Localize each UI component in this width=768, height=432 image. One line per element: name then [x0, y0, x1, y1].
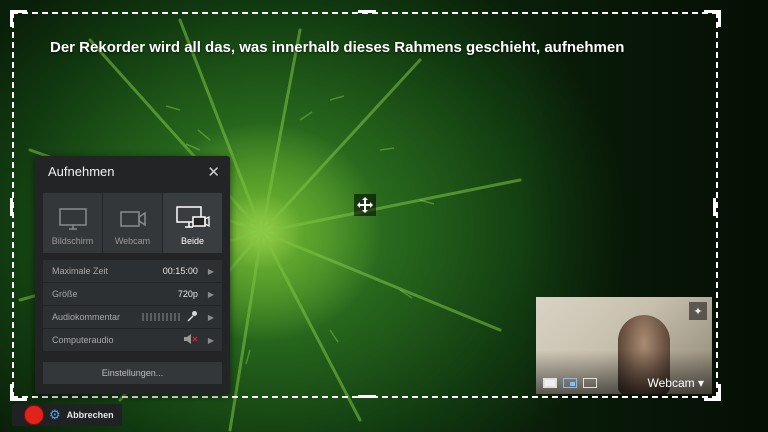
chevron-right-icon: ▶ — [207, 289, 214, 299]
row-computer-audio[interactable]: Computeraudio ▶ — [43, 329, 222, 351]
microphone-icon — [186, 310, 198, 324]
panel-title: Aufnehmen — [48, 164, 115, 179]
row-size-label: Größe — [52, 289, 78, 299]
mode-screen-label: Bildschirm — [51, 236, 94, 246]
mode-webcam-button[interactable]: Webcam — [103, 193, 162, 253]
mode-webcam-label: Webcam — [114, 236, 151, 246]
chevron-right-icon: ▶ — [207, 335, 214, 345]
settings-rows: Maximale Zeit 00:15:00 ▶ Größe 720p ▶ Au… — [43, 260, 222, 352]
row-size[interactable]: Größe 720p ▶ — [43, 283, 222, 305]
row-max-time[interactable]: Maximale Zeit 00:15:00 ▶ — [43, 260, 222, 282]
monitor-camera-icon — [175, 206, 210, 228]
record-button[interactable] — [24, 405, 44, 425]
capture-mode-selector: Bildschirm Webcam Beide — [43, 193, 222, 253]
recorder-toolbar: ⚙ Abbrechen — [12, 404, 122, 426]
mode-both-label: Beide — [180, 236, 205, 246]
layout-pip-icon[interactable] — [563, 378, 577, 388]
settings-button[interactable]: Einstellungen... — [43, 362, 222, 384]
mode-screen-button[interactable]: Bildschirm — [43, 193, 102, 253]
row-narration-label: Audiokommentar — [52, 312, 121, 322]
frame-handle-top-left[interactable] — [10, 10, 27, 27]
layout-hidden-icon[interactable] — [583, 378, 597, 388]
magic-wand-icon[interactable]: ✦ — [689, 302, 707, 320]
chevron-right-icon: ▶ — [207, 266, 214, 276]
frame-hint-text: Der Rekorder wird all das, was innerhalb… — [50, 39, 625, 56]
video-camera-icon — [119, 211, 146, 227]
frame-handle-left[interactable] — [10, 198, 13, 216]
frame-handle-bottom[interactable] — [358, 395, 376, 398]
cancel-button[interactable]: Abbrechen — [67, 410, 114, 420]
webcam-preview[interactable]: ✦ Webcam ▾ — [536, 297, 712, 394]
mode-both-button[interactable]: Beide — [163, 193, 222, 253]
chevron-right-icon: ▶ — [207, 312, 214, 322]
layout-fullscreen-icon[interactable] — [543, 378, 557, 388]
record-panel: Aufnehmen ✕ Bildschirm Webcam Beide Maxi… — [35, 156, 230, 394]
audio-level-meter — [141, 313, 180, 321]
move-arrows-icon[interactable] — [354, 194, 376, 216]
webcam-controls: Webcam ▾ — [536, 372, 712, 394]
frame-handle-top[interactable] — [358, 10, 376, 13]
frame-handle-top-right[interactable] — [704, 10, 721, 27]
frame-handle-bottom-left[interactable] — [10, 384, 27, 401]
row-size-value: 720p — [177, 289, 198, 299]
row-max-time-label: Maximale Zeit — [52, 266, 109, 276]
row-computer-audio-label: Computeraudio — [52, 335, 114, 345]
monitor-icon — [58, 208, 87, 230]
speaker-muted-icon — [183, 334, 198, 346]
webcam-source-dropdown[interactable]: Webcam ▾ — [648, 376, 704, 390]
row-max-time-value: 00:15:00 — [162, 266, 198, 276]
close-icon[interactable]: ✕ — [207, 163, 220, 181]
gear-icon[interactable]: ⚙ — [49, 407, 61, 423]
frame-handle-right[interactable] — [713, 198, 716, 216]
row-narration[interactable]: Audiokommentar ▶ — [43, 306, 222, 328]
